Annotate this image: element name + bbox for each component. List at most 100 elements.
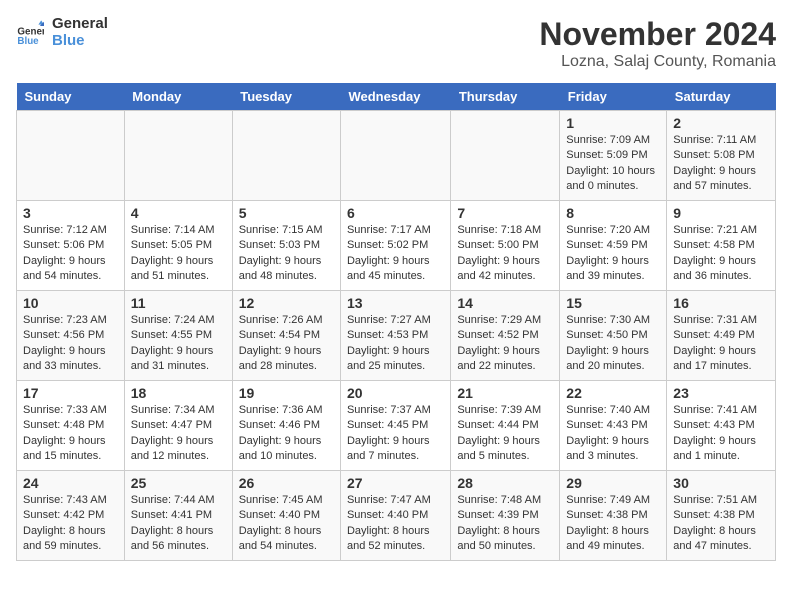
day-info: Sunrise: 7:24 AMSunset: 4:55 PMDaylight:… bbox=[131, 313, 226, 375]
day-info: Sunrise: 7:15 AMSunset: 5:03 PMDaylight:… bbox=[239, 223, 334, 285]
header: General Blue General Blue November 2024 … bbox=[16, 16, 776, 71]
title-area: November 2024 Lozna, Salaj County, Roman… bbox=[539, 16, 776, 71]
day-info: Sunrise: 7:26 AMSunset: 4:54 PMDaylight:… bbox=[239, 313, 334, 375]
day-info: Sunrise: 7:37 AMSunset: 4:45 PMDaylight:… bbox=[347, 403, 444, 465]
day-cell: 27 Sunrise: 7:47 AMSunset: 4:40 PMDayligh… bbox=[340, 471, 450, 561]
day-cell: 16 Sunrise: 7:31 AMSunset: 4:49 PMDayligh… bbox=[667, 291, 776, 381]
col-sunday: Sunday bbox=[17, 83, 125, 111]
col-thursday: Thursday bbox=[451, 83, 560, 111]
day-number: 27 bbox=[347, 475, 444, 491]
day-info: Sunrise: 7:47 AMSunset: 4:40 PMDaylight:… bbox=[347, 493, 444, 555]
day-cell: 23Sunrise: 7:41 AMSunset: 4:43 PMDayligh… bbox=[667, 381, 776, 471]
day-cell: 28 Sunrise: 7:48 AMSunset: 4:39 PMDayligh… bbox=[451, 471, 560, 561]
day-info: Sunrise: 7:31 AMSunset: 4:49 PMDaylight:… bbox=[673, 313, 769, 375]
day-info: Sunrise: 7:21 AMSunset: 4:58 PMDaylight:… bbox=[673, 223, 769, 285]
day-cell: 8Sunrise: 7:20 AMSunset: 4:59 PMDaylight… bbox=[560, 201, 667, 291]
day-number: 15 bbox=[566, 295, 660, 311]
day-number: 16 bbox=[673, 295, 769, 311]
day-cell: 9 Sunrise: 7:21 AMSunset: 4:58 PMDaylight… bbox=[667, 201, 776, 291]
day-cell bbox=[124, 111, 232, 201]
day-cell bbox=[451, 111, 560, 201]
day-number: 19 bbox=[239, 385, 334, 401]
day-number: 12 bbox=[239, 295, 334, 311]
day-number: 26 bbox=[239, 475, 334, 491]
day-info: Sunrise: 7:14 AMSunset: 5:05 PMDaylight:… bbox=[131, 223, 226, 285]
month-title: November 2024 bbox=[539, 16, 776, 53]
day-number: 9 bbox=[673, 205, 769, 221]
day-cell: 4 Sunrise: 7:14 AMSunset: 5:05 PMDaylight… bbox=[124, 201, 232, 291]
day-number: 23 bbox=[673, 385, 769, 401]
day-number: 2 bbox=[673, 115, 769, 131]
day-info: Sunrise: 7:11 AMSunset: 5:08 PMDaylight:… bbox=[673, 133, 769, 195]
day-number: 20 bbox=[347, 385, 444, 401]
col-friday: Friday bbox=[560, 83, 667, 111]
day-cell: 6 Sunrise: 7:17 AMSunset: 5:02 PMDaylight… bbox=[340, 201, 450, 291]
day-number: 5 bbox=[239, 205, 334, 221]
day-number: 11 bbox=[131, 295, 226, 311]
day-cell: 5 Sunrise: 7:15 AMSunset: 5:03 PMDaylight… bbox=[232, 201, 340, 291]
day-info: Sunrise: 7:44 AMSunset: 4:41 PMDaylight:… bbox=[131, 493, 226, 555]
day-cell: 1 Sunrise: 7:09 AMSunset: 5:09 PMDaylight… bbox=[560, 111, 667, 201]
day-cell: 26 Sunrise: 7:45 AMSunset: 4:40 PMDayligh… bbox=[232, 471, 340, 561]
week-row-4: 24 Sunrise: 7:43 AMSunset: 4:42 PMDayligh… bbox=[17, 471, 776, 561]
day-number: 1 bbox=[566, 115, 660, 131]
day-cell: 13Sunrise: 7:27 AMSunset: 4:53 PMDayligh… bbox=[340, 291, 450, 381]
day-cell: 2 Sunrise: 7:11 AMSunset: 5:08 PMDaylight… bbox=[667, 111, 776, 201]
day-info: Sunrise: 7:49 AMSunset: 4:38 PMDaylight:… bbox=[566, 493, 660, 555]
week-row-1: 3 Sunrise: 7:12 AMSunset: 5:06 PMDaylight… bbox=[17, 201, 776, 291]
col-wednesday: Wednesday bbox=[340, 83, 450, 111]
day-cell: 18 Sunrise: 7:34 AMSunset: 4:47 PMDayligh… bbox=[124, 381, 232, 471]
week-row-3: 17Sunrise: 7:33 AMSunset: 4:48 PMDayligh… bbox=[17, 381, 776, 471]
day-number: 18 bbox=[131, 385, 226, 401]
day-info: Sunrise: 7:20 AMSunset: 4:59 PMDaylight:… bbox=[566, 223, 660, 285]
header-row: Sunday Monday Tuesday Wednesday Thursday… bbox=[17, 83, 776, 111]
day-cell: 30 Sunrise: 7:51 AMSunset: 4:38 PMDayligh… bbox=[667, 471, 776, 561]
day-info: Sunrise: 7:48 AMSunset: 4:39 PMDaylight:… bbox=[457, 493, 553, 555]
day-info: Sunrise: 7:23 AMSunset: 4:56 PMDaylight:… bbox=[23, 313, 118, 375]
day-number: 25 bbox=[131, 475, 226, 491]
day-cell: 15Sunrise: 7:30 AMSunset: 4:50 PMDayligh… bbox=[560, 291, 667, 381]
day-info: Sunrise: 7:51 AMSunset: 4:38 PMDaylight:… bbox=[673, 493, 769, 555]
day-info: Sunrise: 7:39 AMSunset: 4:44 PMDaylight:… bbox=[457, 403, 553, 465]
day-number: 21 bbox=[457, 385, 553, 401]
day-cell bbox=[340, 111, 450, 201]
day-number: 7 bbox=[457, 205, 553, 221]
day-info: Sunrise: 7:12 AMSunset: 5:06 PMDaylight:… bbox=[23, 223, 118, 285]
day-cell: 3 Sunrise: 7:12 AMSunset: 5:06 PMDaylight… bbox=[17, 201, 125, 291]
day-number: 6 bbox=[347, 205, 444, 221]
day-info: Sunrise: 7:34 AMSunset: 4:47 PMDaylight:… bbox=[131, 403, 226, 465]
day-cell: 7 Sunrise: 7:18 AMSunset: 5:00 PMDaylight… bbox=[451, 201, 560, 291]
day-number: 14 bbox=[457, 295, 553, 311]
logo-line1: General bbox=[52, 16, 108, 33]
week-row-0: 1 Sunrise: 7:09 AMSunset: 5:09 PMDaylight… bbox=[17, 111, 776, 201]
day-cell: 14 Sunrise: 7:29 AMSunset: 4:52 PMDayligh… bbox=[451, 291, 560, 381]
week-row-2: 10 Sunrise: 7:23 AMSunset: 4:56 PMDayligh… bbox=[17, 291, 776, 381]
day-info: Sunrise: 7:17 AMSunset: 5:02 PMDaylight:… bbox=[347, 223, 444, 285]
day-info: Sunrise: 7:29 AMSunset: 4:52 PMDaylight:… bbox=[457, 313, 553, 375]
day-info: Sunrise: 7:09 AMSunset: 5:09 PMDaylight:… bbox=[566, 133, 660, 195]
svg-text:Blue: Blue bbox=[17, 36, 39, 47]
day-info: Sunrise: 7:27 AMSunset: 4:53 PMDaylight:… bbox=[347, 313, 444, 375]
day-number: 3 bbox=[23, 205, 118, 221]
day-cell: 29 Sunrise: 7:49 AMSunset: 4:38 PMDayligh… bbox=[560, 471, 667, 561]
day-cell: 25 Sunrise: 7:44 AMSunset: 4:41 PMDayligh… bbox=[124, 471, 232, 561]
day-number: 4 bbox=[131, 205, 226, 221]
day-number: 10 bbox=[23, 295, 118, 311]
day-number: 30 bbox=[673, 475, 769, 491]
calendar-header: Sunday Monday Tuesday Wednesday Thursday… bbox=[17, 83, 776, 111]
day-info: Sunrise: 7:18 AMSunset: 5:00 PMDaylight:… bbox=[457, 223, 553, 285]
day-cell: 24 Sunrise: 7:43 AMSunset: 4:42 PMDayligh… bbox=[17, 471, 125, 561]
day-number: 17 bbox=[23, 385, 118, 401]
day-cell: 12 Sunrise: 7:26 AMSunset: 4:54 PMDayligh… bbox=[232, 291, 340, 381]
calendar-body: 1 Sunrise: 7:09 AMSunset: 5:09 PMDaylight… bbox=[17, 111, 776, 561]
day-info: Sunrise: 7:45 AMSunset: 4:40 PMDaylight:… bbox=[239, 493, 334, 555]
day-number: 29 bbox=[566, 475, 660, 491]
logo: General Blue General Blue bbox=[16, 16, 108, 49]
day-number: 28 bbox=[457, 475, 553, 491]
day-cell: 21 Sunrise: 7:39 AMSunset: 4:44 PMDayligh… bbox=[451, 381, 560, 471]
day-cell: 20 Sunrise: 7:37 AMSunset: 4:45 PMDayligh… bbox=[340, 381, 450, 471]
day-info: Sunrise: 7:40 AMSunset: 4:43 PMDaylight:… bbox=[566, 403, 660, 465]
calendar-table: Sunday Monday Tuesday Wednesday Thursday… bbox=[16, 83, 776, 561]
day-info: Sunrise: 7:43 AMSunset: 4:42 PMDaylight:… bbox=[23, 493, 118, 555]
day-number: 24 bbox=[23, 475, 118, 491]
